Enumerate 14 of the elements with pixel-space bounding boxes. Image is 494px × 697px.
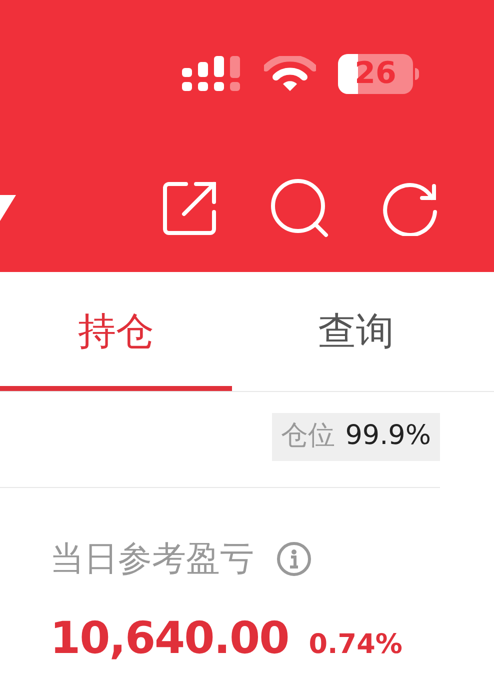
info-icon[interactable] xyxy=(276,541,312,577)
share-icon[interactable] xyxy=(162,180,218,236)
daily-pnl-label: 当日参考盈亏 xyxy=(50,538,254,580)
refresh-icon[interactable] xyxy=(382,180,438,236)
daily-pnl-percent: 0.74% xyxy=(308,628,402,662)
wifi-icon xyxy=(264,56,316,92)
caret-down-icon[interactable] xyxy=(0,195,16,221)
cellular-signal-icon xyxy=(182,56,242,92)
position-label: 仓位 xyxy=(281,419,336,454)
search-icon[interactable] xyxy=(270,178,330,238)
position-value: 99.9% xyxy=(345,419,431,454)
tab[interactable]: 持仓 xyxy=(0,272,232,391)
tab[interactable]: 查询 xyxy=(232,272,494,391)
daily-pnl-value: 10,640.00 xyxy=(50,612,289,666)
